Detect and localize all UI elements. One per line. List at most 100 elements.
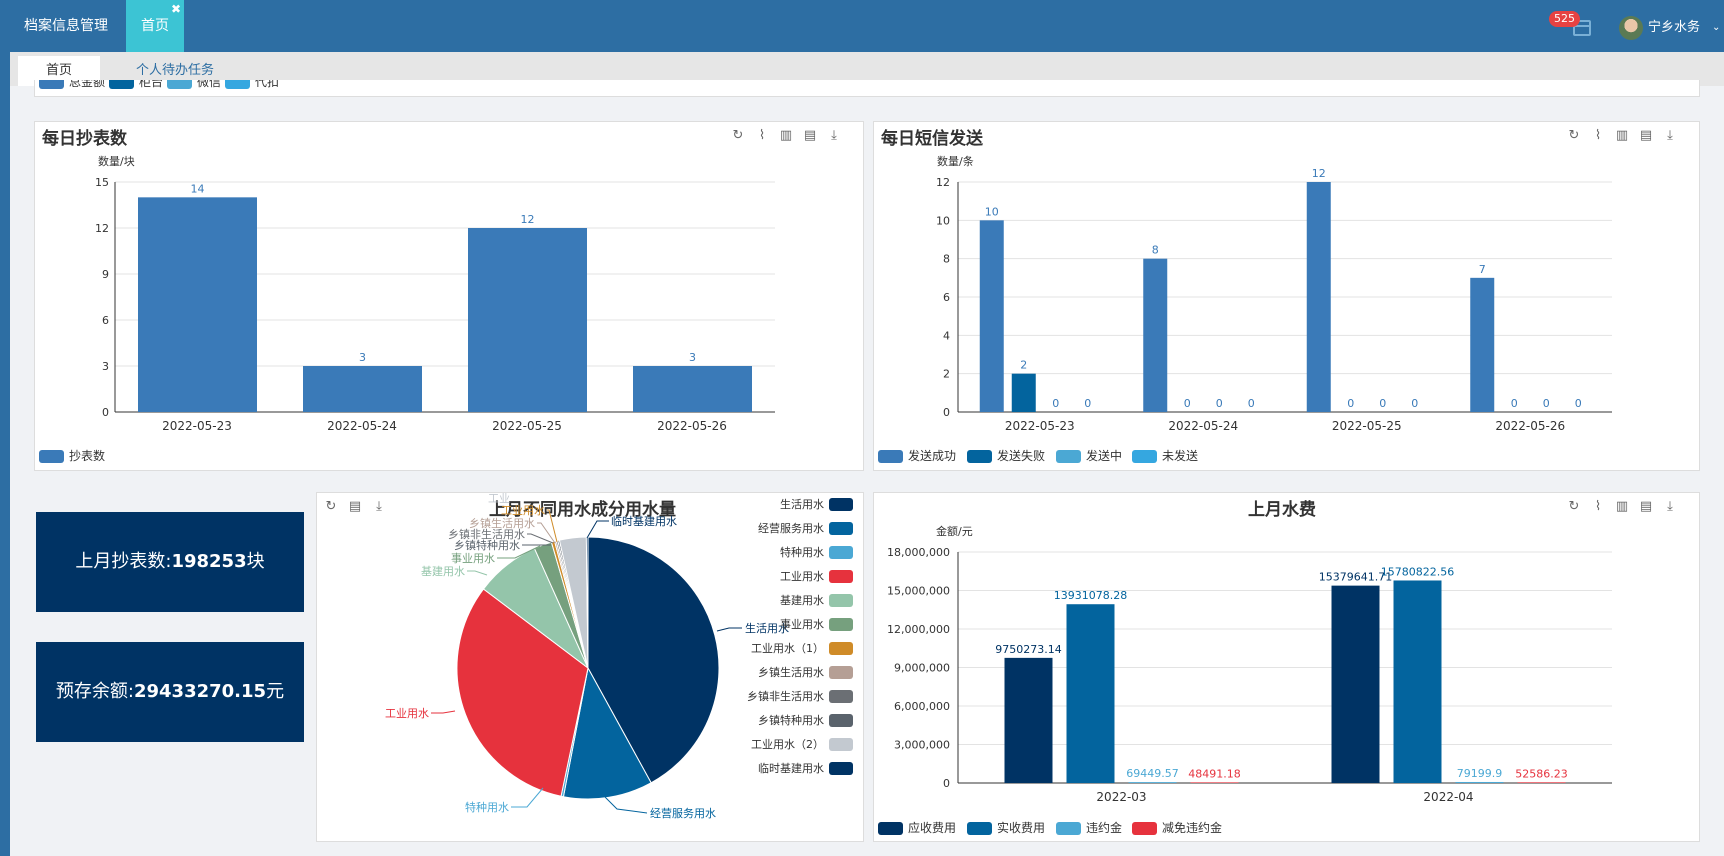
legend-item[interactable]: 柜台 xyxy=(109,80,163,89)
x-tick-label: 2022-05-23 xyxy=(1005,419,1075,433)
legend-swatch[interactable] xyxy=(829,546,853,559)
data-label: 12 xyxy=(1312,167,1326,180)
y-tick-label: 0 xyxy=(102,406,109,419)
legend-swatch[interactable] xyxy=(829,522,853,535)
left-edge-strip xyxy=(0,0,10,856)
bar[interactable] xyxy=(1004,657,1053,783)
data-label: 0 xyxy=(1411,397,1418,410)
legend-swatch[interactable] xyxy=(829,618,853,631)
bar[interactable] xyxy=(1143,258,1168,412)
bar[interactable] xyxy=(468,228,587,412)
legend-item[interactable]: 发送失败 xyxy=(967,450,1045,463)
bar[interactable] xyxy=(1190,782,1239,783)
bar[interactable] xyxy=(1393,580,1442,783)
legend-item[interactable]: 违约金 xyxy=(1056,822,1122,835)
y-tick-label: 0 xyxy=(943,777,950,790)
x-tick-label: 2022-05-25 xyxy=(1332,419,1402,433)
close-icon[interactable]: ✖ xyxy=(171,2,181,16)
legend-label: 特种用水 xyxy=(780,545,824,559)
legend-swatch[interactable] xyxy=(829,714,853,727)
top-nav-bar xyxy=(0,0,1724,52)
monthly-reads-stat: 上月抄表数:198253块 xyxy=(36,512,304,612)
monthly-fees-chart: 金额/元 0 3,000,000 6,000,000 9,000,000 12,… xyxy=(887,524,1612,804)
legend-swatch[interactable] xyxy=(829,762,853,775)
legend-swatch[interactable] xyxy=(829,594,853,607)
legend-swatch[interactable] xyxy=(829,642,853,655)
bar[interactable] xyxy=(1455,781,1504,783)
y-tick-label: 0 xyxy=(943,406,950,419)
x-tick-label: 2022-05-25 xyxy=(492,419,562,433)
bar[interactable] xyxy=(1517,782,1566,783)
x-tick-label: 2022-04 xyxy=(1423,790,1473,804)
data-label: 12 xyxy=(521,213,535,226)
bar[interactable] xyxy=(1066,604,1115,783)
bar[interactable] xyxy=(1306,182,1331,412)
data-label: 0 xyxy=(1084,397,1091,410)
bar[interactable] xyxy=(303,366,422,412)
data-label: 0 xyxy=(1052,397,1059,410)
y-tick-label: 6 xyxy=(102,314,109,327)
legend-item[interactable]: 发送中 xyxy=(1056,450,1122,463)
user-name[interactable]: 宁乡水务 xyxy=(1648,19,1700,37)
legend-item[interactable]: 总金额 xyxy=(39,80,105,89)
legend-swatch[interactable] xyxy=(829,570,853,583)
x-tick-labels: 2022-05-23 2022-05-24 2022-05-25 2022-05… xyxy=(1005,419,1565,433)
data-label: 0 xyxy=(1184,397,1191,410)
y-tick-label: 12,000,000 xyxy=(887,623,950,636)
data-label: 0 xyxy=(1347,397,1354,410)
legend-swatch[interactable] xyxy=(829,690,853,703)
y-tick-label: 6,000,000 xyxy=(894,700,950,713)
bars: 9750273.1415379641.7113931078.2815780822… xyxy=(995,565,1568,783)
legend-item[interactable]: 发送成功 xyxy=(878,450,956,463)
y-tick-label: 18,000,000 xyxy=(887,546,950,559)
data-label: 2 xyxy=(1020,359,1027,372)
balance-stat: 预存余额:29433270.15元 xyxy=(36,642,304,742)
data-label: 0 xyxy=(1543,397,1550,410)
pie-legend: 生活用水 经营服务用水 特种用水 工业用水 基建用水 事业用水 工业用水（1） … xyxy=(747,497,853,775)
chevron-down-icon[interactable]: ⌄ xyxy=(1712,22,1720,33)
legend-label: 乡镇特种用水 xyxy=(758,713,824,727)
x-tick-label: 2022-05-24 xyxy=(327,419,397,433)
x-tick-label: 2022-05-23 xyxy=(162,419,232,433)
y-tick-label: 3,000,000 xyxy=(894,739,950,752)
legend-swatch[interactable] xyxy=(829,666,853,679)
legend-item[interactable]: 应收费用 xyxy=(878,822,956,835)
avatar[interactable] xyxy=(1619,16,1643,40)
y-tick-label: 15,000,000 xyxy=(887,585,950,598)
legend-label: 乡镇生活用水 xyxy=(758,665,824,679)
slice-label: 工业用水 xyxy=(385,707,429,720)
slice-label: 临时基建用水 xyxy=(611,514,677,528)
data-label: 13931078.28 xyxy=(1054,589,1127,602)
notification-badge[interactable]: 525 xyxy=(1549,11,1580,27)
data-label: 52586.23 xyxy=(1515,767,1568,780)
daily-sms-card: 每日短信发送 ↻ ⌇ ▥ ▤ ⤓ 数量/条 0 2 4 6 8 10 12 10… xyxy=(873,121,1700,471)
bar[interactable] xyxy=(1470,277,1495,412)
legend-swatch[interactable] xyxy=(829,498,853,511)
x-tick-label: 2022-03 xyxy=(1096,790,1146,804)
daily-reads-card: 每日抄表数 ↻ ⌇ ▥ ▤ ⤓ 数量/块 0 3 6 9 12 15 14 3 12… xyxy=(34,121,864,471)
bar[interactable] xyxy=(1331,585,1380,783)
bar[interactable] xyxy=(979,220,1004,412)
nav-archive-management[interactable]: 档案信息管理 xyxy=(4,0,128,52)
y-tick-label: 6 xyxy=(943,291,950,304)
bar[interactable] xyxy=(1011,373,1036,412)
bar[interactable] xyxy=(138,197,257,412)
legend-label: 工业用水（2） xyxy=(751,738,824,751)
slice-label: 特种用水 xyxy=(465,800,509,814)
x-tick-label: 2022-05-24 xyxy=(1168,419,1238,433)
legend-item[interactable]: 减免违约金 xyxy=(1132,822,1222,835)
legend-item[interactable]: 抄表数 xyxy=(39,450,105,463)
legend-item[interactable]: 微信 xyxy=(167,80,221,89)
bar[interactable] xyxy=(633,366,752,412)
daily-reads-chart: 数量/块 0 3 6 9 12 15 14 3 12 3 2022-05-23 202… xyxy=(95,155,775,433)
y-tick-label: 4 xyxy=(943,329,950,342)
bar[interactable] xyxy=(1128,782,1177,783)
legend-label: 事业用水 xyxy=(780,618,824,631)
legend-item[interactable]: 实收费用 xyxy=(967,822,1045,835)
legend-item[interactable]: 代扣 xyxy=(225,80,279,89)
slice-label: 乡镇生活用水 xyxy=(469,516,535,530)
data-label: 3 xyxy=(689,351,696,364)
legend-label: 工业用水 xyxy=(780,570,824,583)
legend-swatch[interactable] xyxy=(829,738,853,751)
legend-item[interactable]: 未发送 xyxy=(1132,450,1198,463)
